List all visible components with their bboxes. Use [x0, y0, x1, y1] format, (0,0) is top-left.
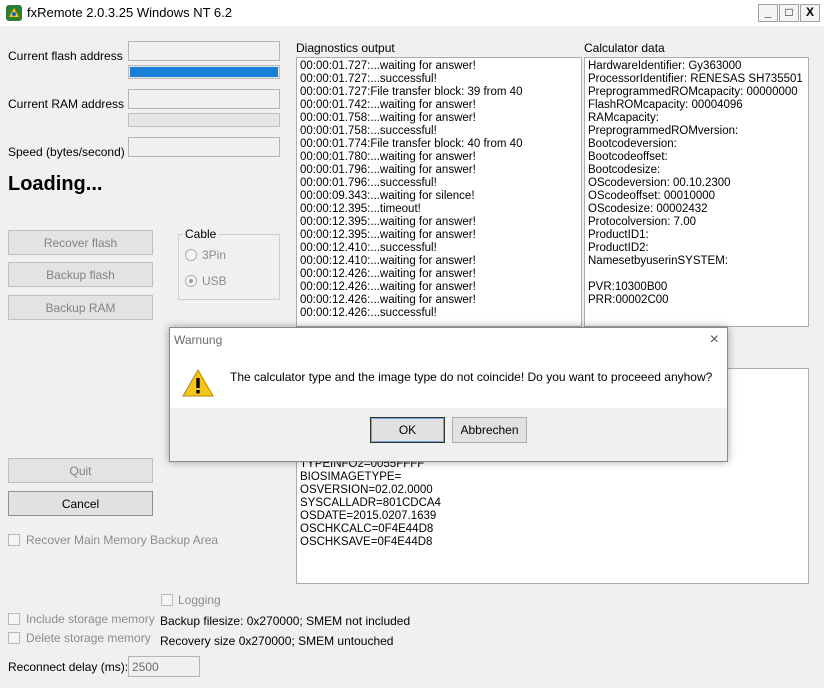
diagnostics-line: 00:00:12.426:...successful!: [300, 307, 437, 319]
calculator-data-line: Bootcodesize:: [588, 164, 661, 176]
diagnostics-line: 00:00:09.343:...waiting for silence!: [300, 190, 475, 202]
calculator-data-line: Bootcodeoffset:: [588, 151, 668, 163]
calculator-data-line: ProcessorIdentifier: RENESAS SH735501: [588, 73, 803, 85]
diagnostics-line: 00:00:12.426:...waiting for answer!: [300, 268, 476, 280]
cable-groupbox: [178, 234, 280, 300]
diagnostics-line: 00:00:01.727:...successful!: [300, 73, 437, 85]
image-info-line: SYSCALLADR=801CDCA4: [300, 497, 441, 509]
calculator-data-line: PreprogrammedROMcapacity: 00000000: [588, 86, 798, 98]
backup-ram-button[interactable]: Backup RAM: [8, 295, 153, 320]
window-title: fxRemote 2.0.3.25 Windows NT 6.2: [27, 5, 232, 20]
reconnect-delay-label: Reconnect delay (ms):: [8, 660, 129, 674]
image-info-line: OSCHKCALC=0F4E44D8: [300, 523, 434, 535]
diagnostics-line: 00:00:12.395:...waiting for answer!: [300, 229, 476, 241]
diagnostics-line: 00:00:01.742:...waiting for answer!: [300, 99, 476, 111]
calculator-data-line: ProductID1:: [588, 229, 649, 241]
recover-flash-button[interactable]: Recover flash: [8, 230, 153, 255]
speed-label: Speed (bytes/second): [8, 145, 125, 159]
loading-status: Loading...: [8, 173, 103, 195]
radio-3pin-label: 3Pin: [202, 248, 227, 262]
diagnostics-line: 00:00:12.426:...waiting for answer!: [300, 294, 476, 306]
cable-legend: Cable: [183, 227, 219, 241]
radio-usb[interactable]: [185, 275, 197, 287]
dialog-title: Warnung: [174, 333, 223, 347]
diagnostics-label: Diagnostics output: [296, 41, 395, 55]
flash-progress-bar: [128, 65, 280, 79]
dialog-title-bar: Warnung ×: [170, 328, 727, 353]
calculator-data-line: FlashROMcapacity: 00004096: [588, 99, 743, 111]
warning-icon: [182, 369, 214, 397]
diagnostics-line: 00:00:12.426:...waiting for answer!: [300, 281, 476, 293]
calculator-data-line: NamesetbyuserinSYSTEM:: [588, 255, 728, 267]
calculator-data-line: RAMcapacity:: [588, 112, 659, 124]
calculator-data-line: PreprogrammedROMversion:: [588, 125, 739, 137]
backup-flash-button[interactable]: Backup flash: [8, 262, 153, 287]
include-storage-checkbox[interactable]: [8, 613, 20, 625]
current-flash-label: Current flash address: [8, 49, 123, 63]
diagnostics-line: 00:00:12.395:...timeout!: [300, 203, 421, 215]
maximize-button[interactable]: □: [779, 4, 799, 22]
radio-usb-dot: [189, 279, 193, 283]
diagnostics-line: 00:00:12.395:...waiting for answer!: [300, 216, 476, 228]
calculator-data-line: ProductID2:: [588, 242, 649, 254]
calculator-data-output[interactable]: HardwareIdentifier: Gy363000 ProcessorIde…: [584, 57, 809, 327]
diagnostics-line: 00:00:01.774:File transfer block: 40 fro…: [300, 138, 523, 150]
radio-3pin[interactable]: [185, 249, 197, 261]
current-ram-field: [128, 89, 280, 109]
include-storage-label: Include storage memory: [26, 612, 155, 626]
image-info-lines: TYPEINFO1=00001... (0024) TYPEINFO2=0055…: [300, 456, 805, 549]
warning-dialog: Warnung × The calculator type and the im…: [169, 327, 728, 462]
calculator-data-line: [588, 268, 805, 281]
backup-filesize-text: Backup filesize: 0x270000; SMEM not incl…: [160, 614, 411, 628]
image-info-line: BIOSIMAGETYPE=: [300, 471, 402, 483]
diagnostics-output[interactable]: 00:00:01.727:...waiting for answer! 00:00…: [296, 57, 582, 327]
image-info-line: OSDATE=2015.0207.1639: [300, 510, 437, 522]
quit-button[interactable]: Quit: [8, 458, 153, 483]
image-info-line: OSVERSION=02.02.0000: [300, 484, 433, 496]
minimize-button[interactable]: _: [758, 4, 778, 22]
logging-checkbox[interactable]: [161, 594, 173, 606]
diagnostics-line: 00:00:01.796:...successful!: [300, 177, 437, 189]
current-flash-field: [128, 41, 280, 61]
app-icon: [6, 5, 22, 21]
diagnostics-line: 00:00:01.727:File transfer block: 39 fro…: [300, 86, 523, 98]
dialog-ok-button[interactable]: OK: [370, 417, 445, 443]
diagnostics-line: 00:00:12.410:...successful!: [300, 242, 437, 254]
delete-storage-checkbox[interactable]: [8, 632, 20, 644]
dialog-close-icon[interactable]: ×: [710, 331, 719, 349]
cancel-button[interactable]: Cancel: [8, 491, 153, 516]
calculator-data-line: Protocolversion: 7.00: [588, 216, 697, 228]
diagnostics-line: 00:00:01.780:...waiting for answer!: [300, 151, 476, 163]
speed-field: [128, 137, 280, 157]
diagnostics-line: 00:00:01.758:...successful!: [300, 125, 437, 137]
diagnostics-line: 00:00:01.796:...waiting for answer!: [300, 164, 476, 176]
calculator-data-line: HardwareIdentifier: Gy363000: [588, 60, 742, 72]
calculator-data-line: PVR:10300B00: [588, 281, 668, 293]
calculator-data-line: OScodeoffset: 00010000: [588, 190, 716, 202]
radio-usb-label: USB: [202, 274, 227, 288]
logging-label: Logging: [178, 593, 221, 607]
close-button[interactable]: X: [800, 4, 820, 22]
delete-storage-label: Delete storage memory: [26, 631, 151, 645]
current-ram-label: Current RAM address: [8, 97, 125, 111]
diagnostics-line: 00:00:01.727:...waiting for answer!: [300, 60, 476, 72]
recover-main-memory-label: Recover Main Memory Backup Area: [26, 533, 219, 547]
dialog-body: The calculator type and the image type d…: [170, 353, 727, 408]
calculator-data-line: PRR:00002C00: [588, 294, 669, 306]
image-info-line: OSCHKSAVE=0F4E44D8: [300, 536, 433, 548]
dialog-message: The calculator type and the image type d…: [230, 370, 713, 384]
recovery-size-text: Recovery size 0x270000; SMEM untouched: [160, 634, 394, 648]
flash-progress-fill: [130, 67, 278, 77]
calculator-data-line: OScodeversion: 00.10.2300: [588, 177, 731, 189]
calculator-data-label: Calculator data: [584, 41, 665, 55]
recover-main-memory-checkbox[interactable]: [8, 534, 20, 546]
ram-progress-bar: [128, 113, 280, 127]
calculator-data-line: Bootcodeversion:: [588, 138, 677, 150]
diagnostics-line: 00:00:01.758:...waiting for answer!: [300, 112, 476, 124]
calculator-data-line: OScodesize: 00002432: [588, 203, 708, 215]
diagnostics-line: 00:00:12.410:...waiting for answer!: [300, 255, 476, 267]
reconnect-delay-input[interactable]: 2500: [128, 656, 200, 677]
title-bar: fxRemote 2.0.3.25 Windows NT 6.2 _ □ X: [0, 0, 824, 26]
dialog-abbrechen-button[interactable]: Abbrechen: [452, 417, 527, 443]
